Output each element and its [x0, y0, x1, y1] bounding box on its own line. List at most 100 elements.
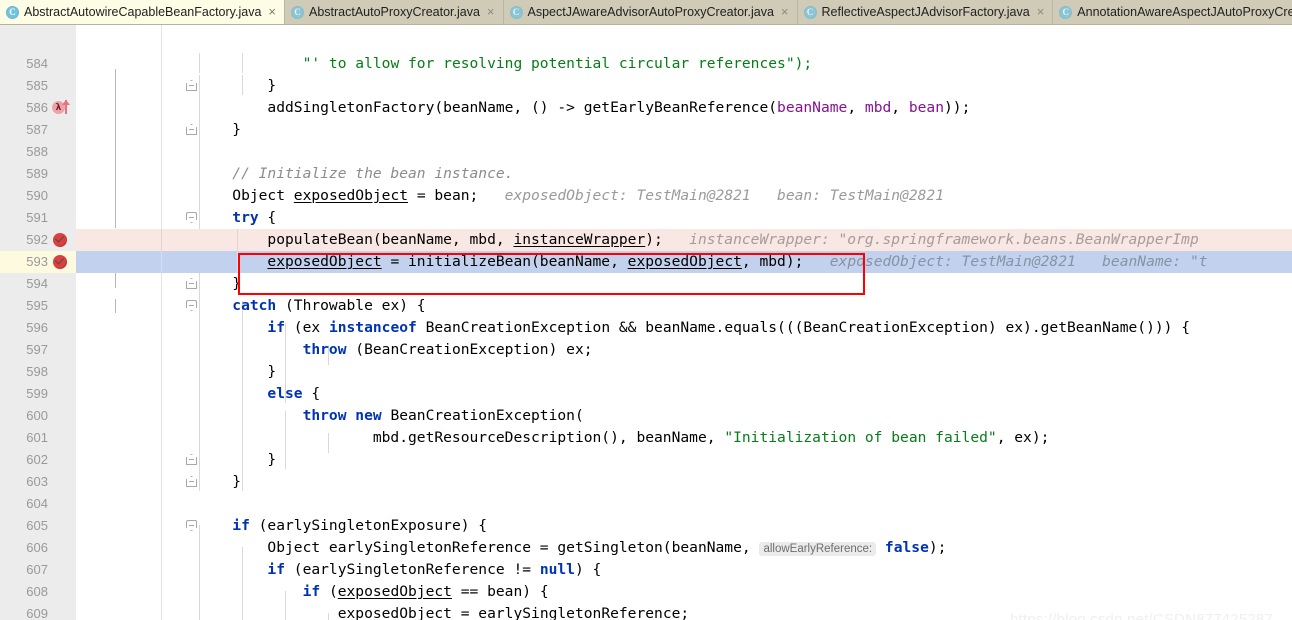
code-line-590[interactable]: 590 Object exposedObject = bean; exposedO…: [0, 185, 1292, 207]
breakpoint-icon[interactable]: [53, 233, 67, 247]
code-variable: exposedObject: [293, 187, 409, 204]
breakpoint-area[interactable]: [50, 405, 76, 427]
fold-area[interactable]: [76, 185, 162, 207]
code-line-605[interactable]: 605 if (earlySingletonExposure) {: [0, 515, 1292, 537]
code-line-592[interactable]: 592 populateBean(beanName, mbd, instance…: [0, 229, 1292, 251]
breakpoint-area[interactable]: λ: [50, 97, 76, 119]
breakpoint-area[interactable]: [50, 559, 76, 581]
breakpoint-area[interactable]: [50, 383, 76, 405]
code-line-599[interactable]: 599 else {: [0, 383, 1292, 405]
breakpoint-area[interactable]: [50, 251, 76, 273]
breakpoint-area[interactable]: [50, 163, 76, 185]
tab-AbstractAutoProxyCreator[interactable]: C AbstractAutoProxyCreator.java ×: [284, 0, 504, 24]
fold-area[interactable]: [76, 493, 162, 515]
code-line-587[interactable]: 587 }: [0, 119, 1292, 141]
close-icon[interactable]: ×: [1037, 5, 1045, 19]
code-line-603[interactable]: 603 }: [0, 471, 1292, 493]
tab-label: AbstractAutoProxyCreator.java: [308, 4, 480, 19]
close-icon[interactable]: ×: [487, 5, 495, 19]
tab-AspectJAwareAdvisorAutoProxyCreator[interactable]: C AspectJAwareAdvisorAutoProxyCreator.ja…: [503, 0, 798, 24]
code-line-598[interactable]: 598 }: [0, 361, 1292, 383]
fold-area[interactable]: [76, 75, 197, 97]
fold-area[interactable]: [76, 273, 197, 295]
tab-ReflectiveAspectJAdvisorFactory[interactable]: C ReflectiveAspectJAdvisorFactory.java ×: [797, 0, 1054, 24]
fold-area[interactable]: [76, 559, 162, 581]
tab-AnnotationAwareAspectJAutoProxyCreator[interactable]: C AnnotationAwareAspectJAutoProxyCreator…: [1053, 0, 1292, 24]
breakpoint-area[interactable]: [50, 317, 76, 339]
code-line-608[interactable]: 608 if (exposedObject == bean) {: [0, 581, 1292, 603]
line-number: 592: [26, 232, 48, 247]
code-line-588[interactable]: 588: [0, 141, 1292, 163]
fold-area[interactable]: [76, 537, 162, 559]
fold-area[interactable]: [76, 405, 162, 427]
code-line-585[interactable]: 585 }: [0, 75, 1292, 97]
fold-area[interactable]: [76, 449, 197, 471]
code-line-597[interactable]: 597 throw (BeanCreationException) ex;: [0, 339, 1292, 361]
fold-area[interactable]: [76, 251, 162, 273]
code-line-606[interactable]: 606 Object earlySingletonReference = get…: [0, 537, 1292, 559]
fold-area[interactable]: [76, 603, 162, 620]
breakpoint-area[interactable]: [50, 515, 76, 537]
code-text: if (earlySingletonReference != null) {: [162, 559, 1292, 581]
tab-AbstractAutowireCapableBeanFactory[interactable]: C AbstractAutowireCapableBeanFactory.jav…: [0, 0, 285, 24]
fold-area[interactable]: [76, 163, 162, 185]
breakpoint-area[interactable]: [50, 603, 76, 620]
code-line-591[interactable]: 591 try {: [0, 207, 1292, 229]
fold-area[interactable]: [76, 361, 162, 383]
fold-area[interactable]: [76, 119, 197, 141]
code-line-602[interactable]: 602 }: [0, 449, 1292, 471]
code-line-604[interactable]: 604: [0, 493, 1292, 515]
fold-area[interactable]: [76, 581, 162, 603]
code-editor[interactable]: 584 "' to allow for resolving potential …: [0, 25, 1292, 620]
breakpoint-icon[interactable]: [53, 255, 67, 269]
lambda-marker-icon[interactable]: λ: [52, 100, 74, 116]
breakpoint-area[interactable]: [50, 295, 76, 317]
code-line-601[interactable]: 601 mbd.getResourceDescription(), beanNa…: [0, 427, 1292, 449]
fold-area[interactable]: [76, 317, 162, 339]
close-icon[interactable]: ×: [268, 5, 276, 19]
java-class-icon: C: [509, 5, 523, 19]
code-line-600[interactable]: 600 throw new BeanCreationException(: [0, 405, 1292, 427]
breakpoint-area[interactable]: [50, 229, 76, 251]
breakpoint-area[interactable]: [50, 339, 76, 361]
code-line-586[interactable]: 586 λ addSingletonFactory(beanName, () -…: [0, 97, 1292, 119]
breakpoint-area[interactable]: [50, 449, 76, 471]
breakpoint-area[interactable]: [50, 361, 76, 383]
code-call: addSingletonFactory(beanName, () -> getE…: [267, 99, 778, 116]
code-line-596[interactable]: 596 if (ex instanceof BeanCreationExcept…: [0, 317, 1292, 339]
fold-area[interactable]: [76, 229, 162, 251]
fold-area[interactable]: [76, 207, 197, 229]
fold-area[interactable]: [76, 141, 162, 163]
fold-area[interactable]: [76, 427, 162, 449]
close-icon[interactable]: ×: [781, 5, 789, 19]
breakpoint-area[interactable]: [50, 75, 76, 97]
fold-area[interactable]: [76, 383, 162, 405]
code-line-584[interactable]: 584 "' to allow for resolving potential …: [0, 53, 1292, 75]
breakpoint-area[interactable]: [50, 471, 76, 493]
breakpoint-area[interactable]: [50, 185, 76, 207]
breakpoint-area[interactable]: [50, 427, 76, 449]
code-line-593[interactable]: 593 exposedObject = initializeBean(beanN…: [0, 251, 1292, 273]
breakpoint-area[interactable]: [50, 53, 76, 75]
code-keyword-instanceof: instanceof: [328, 319, 417, 336]
breakpoint-area[interactable]: [50, 119, 76, 141]
code-line-594[interactable]: 594 }: [0, 273, 1292, 295]
fold-area[interactable]: [76, 295, 197, 317]
fold-area[interactable]: [76, 53, 162, 75]
breakpoint-area[interactable]: [50, 537, 76, 559]
breakpoint-area[interactable]: [50, 493, 76, 515]
breakpoint-area[interactable]: [50, 207, 76, 229]
breakpoint-area[interactable]: [50, 273, 76, 295]
fold-area[interactable]: [76, 471, 197, 493]
fold-area[interactable]: [76, 339, 162, 361]
parameter-hint-inlay[interactable]: allowEarlyReference:: [759, 542, 877, 556]
code-variable: instanceWrapper: [513, 231, 646, 248]
breakpoint-area[interactable]: [50, 141, 76, 163]
code-line-589[interactable]: 589 // Initialize the bean instance.: [0, 163, 1292, 185]
code-line-607[interactable]: 607 if (earlySingletonReference != null)…: [0, 559, 1292, 581]
breakpoint-area[interactable]: [50, 581, 76, 603]
fold-area[interactable]: [76, 97, 162, 119]
code-line-595[interactable]: 595 catch (Throwable ex) {: [0, 295, 1292, 317]
fold-area[interactable]: [76, 515, 197, 537]
code-expr: == bean) {: [451, 583, 549, 600]
